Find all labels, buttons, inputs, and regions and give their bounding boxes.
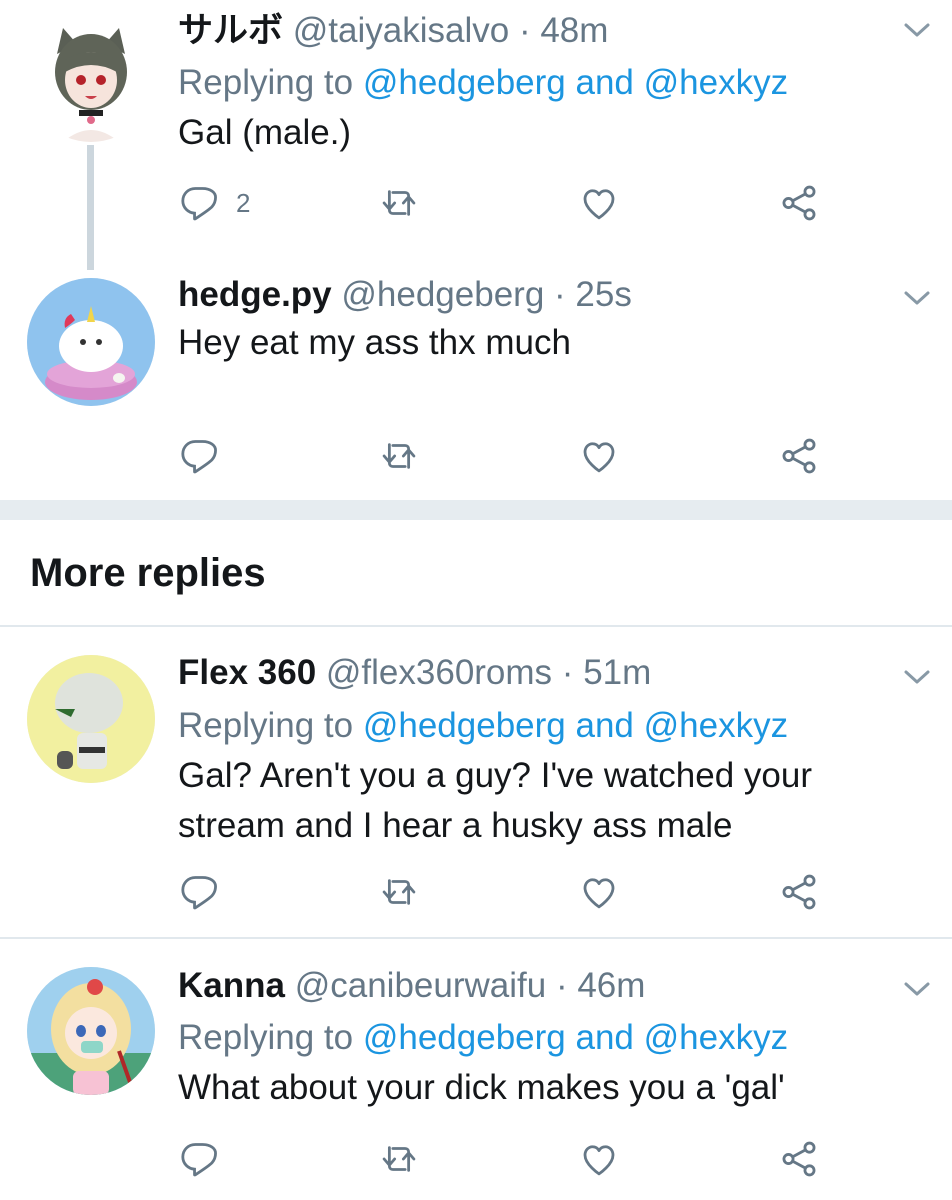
- mention-link[interactable]: @hexkyz: [644, 706, 788, 745]
- separator: ·: [561, 653, 574, 692]
- heart-icon: [578, 1138, 620, 1180]
- mention-link[interactable]: @hedgeberg: [363, 1018, 566, 1057]
- share-icon: [778, 182, 820, 224]
- separator: ·: [518, 11, 531, 50]
- tweet-text: What about your dick makes you a 'gal': [178, 1068, 785, 1107]
- avatar[interactable]: [27, 14, 155, 142]
- replying-to: Replying to @hedgeberg and @hexkyz: [178, 701, 788, 751]
- retweet-button[interactable]: [378, 433, 420, 479]
- tweet-actions: [178, 1136, 838, 1182]
- replying-prefix: Replying to: [178, 63, 354, 102]
- tweet-header: hedge.py @hedgeberg · 25s: [178, 270, 632, 320]
- chevron-down-icon[interactable]: [900, 286, 934, 310]
- tweet-text-line: Gal? Aren't you a guy? I've watched your: [178, 756, 813, 795]
- mention-link[interactable]: @hedgeberg: [363, 706, 566, 745]
- share-icon: [778, 435, 820, 477]
- reply-icon: [178, 1138, 220, 1180]
- tweet[interactable]: サルボ @taiyakisalvo · 48m Replying to @hed…: [0, 0, 952, 270]
- replying-prefix: Replying to: [178, 706, 354, 745]
- reply-icon: [178, 871, 220, 913]
- tweet-text-line: stream and I hear a husky ass male: [178, 806, 733, 845]
- timestamp[interactable]: 48m: [540, 11, 608, 50]
- tweet-header: サルボ @taiyakisalvo · 48m: [178, 6, 608, 56]
- section-divider: [0, 500, 952, 520]
- retweet-button[interactable]: [378, 1136, 420, 1182]
- tweet-header: Kanna @canibeurwaifu · 46m: [178, 961, 645, 1011]
- display-name[interactable]: Flex 360: [178, 653, 316, 692]
- share-icon: [778, 1138, 820, 1180]
- replying-prefix: Replying to: [178, 1018, 354, 1057]
- reply-icon: [178, 182, 220, 224]
- reply-button[interactable]: [178, 1136, 220, 1182]
- heart-icon: [578, 182, 620, 224]
- chevron-down-icon[interactable]: [900, 665, 934, 689]
- heart-icon: [578, 435, 620, 477]
- chevron-down-icon[interactable]: [900, 18, 934, 42]
- share-button[interactable]: [778, 180, 820, 226]
- retweet-icon: [378, 1138, 420, 1180]
- timestamp[interactable]: 51m: [583, 653, 651, 692]
- mention-conj: and: [575, 63, 634, 102]
- avatar[interactable]: [27, 967, 155, 1095]
- share-icon: [778, 871, 820, 913]
- reply-button[interactable]: 2: [178, 180, 250, 226]
- chevron-down-icon[interactable]: [900, 977, 934, 1001]
- avatar[interactable]: [27, 655, 155, 783]
- mention-link[interactable]: @hexkyz: [644, 63, 788, 102]
- replying-to: Replying to @hedgeberg and @hexkyz: [178, 1013, 788, 1063]
- section-title: More replies: [30, 551, 266, 595]
- tweet-text: Gal? Aren't you a guy? I've watched your…: [178, 751, 918, 851]
- retweet-icon: [378, 435, 420, 477]
- reply-button[interactable]: [178, 869, 220, 915]
- retweet-button[interactable]: [378, 180, 420, 226]
- like-button[interactable]: [578, 433, 620, 479]
- reply-button[interactable]: [178, 433, 220, 479]
- like-button[interactable]: [578, 1136, 620, 1182]
- handle[interactable]: @taiyakisalvo: [293, 11, 509, 50]
- reply-icon: [178, 435, 220, 477]
- retweet-button[interactable]: [378, 869, 420, 915]
- separator: ·: [554, 275, 566, 314]
- retweet-icon: [378, 871, 420, 913]
- handle[interactable]: @hedgeberg: [341, 275, 544, 314]
- replying-to: Replying to @hedgeberg and @hexkyz: [178, 58, 788, 108]
- like-button[interactable]: [578, 180, 620, 226]
- share-button[interactable]: [778, 869, 820, 915]
- display-name[interactable]: hedge.py: [178, 275, 332, 314]
- tweet-actions: [178, 433, 838, 479]
- display-name[interactable]: サルボ: [178, 11, 283, 50]
- mention-conj: and: [575, 706, 634, 745]
- display-name[interactable]: Kanna: [178, 966, 285, 1005]
- timestamp[interactable]: 46m: [577, 966, 645, 1005]
- tweet[interactable]: hedge.py @hedgeberg · 25s Hey eat my ass…: [0, 250, 952, 500]
- tweet-header: Flex 360 @flex360roms · 51m: [178, 648, 651, 698]
- tweet-actions: 2: [178, 180, 838, 226]
- tweet[interactable]: Kanna @canibeurwaifu · 46m Replying to @…: [0, 939, 952, 1200]
- tweet-text: Hey eat my ass thx much: [178, 323, 571, 362]
- tweet-actions: [178, 869, 838, 915]
- separator: ·: [555, 966, 568, 1005]
- heart-icon: [578, 871, 620, 913]
- handle[interactable]: @flex360roms: [326, 653, 552, 692]
- tweet[interactable]: Flex 360 @flex360roms · 51m Replying to …: [0, 627, 952, 937]
- avatar[interactable]: [27, 278, 155, 406]
- handle[interactable]: @canibeurwaifu: [295, 966, 547, 1005]
- retweet-icon: [378, 182, 420, 224]
- share-button[interactable]: [778, 1136, 820, 1182]
- like-button[interactable]: [578, 869, 620, 915]
- tweet-text: Gal (male.): [178, 113, 352, 152]
- timestamp[interactable]: 25s: [575, 275, 631, 314]
- mention-link[interactable]: @hedgeberg: [363, 63, 566, 102]
- reply-count: 2: [236, 187, 251, 218]
- mention-link[interactable]: @hexkyz: [644, 1018, 788, 1057]
- mention-conj: and: [575, 1018, 634, 1057]
- share-button[interactable]: [778, 433, 820, 479]
